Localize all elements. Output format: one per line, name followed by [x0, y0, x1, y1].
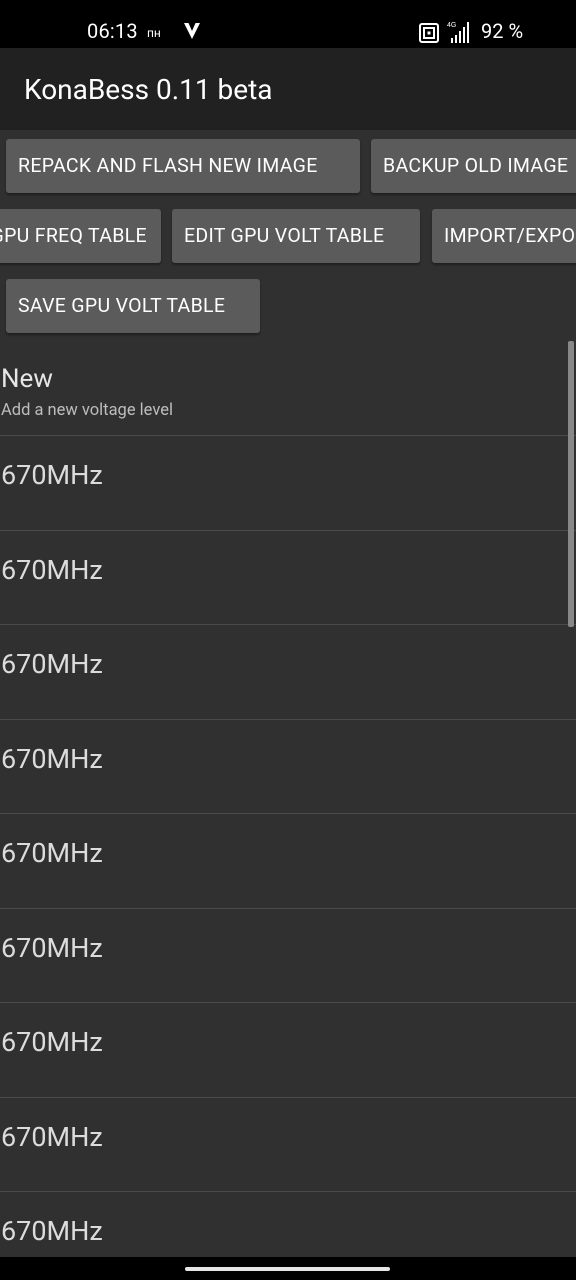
level-frequency: 670MHz [1, 553, 103, 586]
network-type-label: 4G [447, 22, 456, 29]
battery-level: 92 % [481, 19, 524, 43]
status-bar: 06:13 пн 4G 92 % [0, 0, 576, 48]
level-frequency: 670MHz [1, 931, 103, 964]
repack-flash-label: REPACK AND FLASH NEW IMAGE [18, 154, 318, 177]
list-item[interactable]: 670MHz [0, 814, 576, 909]
edit-volt-table-label: EDIT GPU VOLT TABLE [184, 224, 385, 247]
home-gesture-handle[interactable] [185, 1267, 390, 1271]
list-item[interactable]: 670MHz [0, 531, 576, 625]
backup-image-button[interactable]: BACKUP OLD IMAGE [371, 139, 576, 193]
status-day: пн [147, 26, 161, 40]
level-frequency: 670MHz [1, 742, 103, 775]
save-volt-table-label: SAVE GPU VOLT TABLE [18, 294, 226, 317]
level-frequency: 670MHz [1, 1120, 103, 1153]
level-frequency: 670MHz [1, 837, 103, 869]
import-export-label: IMPORT/EXPORT [444, 224, 576, 247]
main-content[interactable]: REPACK AND FLASH NEW IMAGE BACKUP OLD IM… [0, 130, 576, 1257]
edit-freq-table-label: EDIT GPU FREQ TABLE [0, 224, 147, 247]
level-frequency: 670MHz [1, 1215, 103, 1247]
status-time: 06:13 [87, 19, 138, 43]
list-item[interactable]: 670MHz [0, 720, 576, 814]
list-item[interactable]: 670MHz [0, 1192, 576, 1257]
app-bar: KonaBess 0.11 beta [0, 48, 576, 130]
level-frequency: 670MHz [1, 1026, 103, 1058]
list-item[interactable]: 670MHz [0, 909, 576, 1003]
level-frequency: 670MHz [1, 648, 103, 680]
signal-icon: 4G [447, 22, 469, 43]
navigation-bar [0, 1257, 576, 1280]
add-voltage-level-item[interactable]: New Add a new voltage level [0, 342, 576, 436]
voltage-level-list: New Add a new voltage level 670MHz 670MH… [0, 342, 576, 1257]
edit-freq-table-button[interactable]: EDIT GPU FREQ TABLE [0, 209, 161, 263]
nfc-icon [419, 23, 439, 43]
v-icon [184, 23, 200, 39]
repack-flash-button[interactable]: REPACK AND FLASH NEW IMAGE [6, 139, 360, 193]
level-frequency: 670MHz [1, 459, 103, 491]
list-item[interactable]: 670MHz [0, 436, 576, 531]
add-item-subtitle: Add a new voltage level [1, 401, 173, 420]
list-item[interactable]: 670MHz [0, 1003, 576, 1098]
add-item-title: New [1, 364, 53, 394]
edit-volt-table-button[interactable]: EDIT GPU VOLT TABLE [172, 209, 420, 263]
import-export-button[interactable]: IMPORT/EXPORT [432, 209, 576, 263]
app-title: KonaBess 0.11 beta [24, 73, 273, 106]
backup-image-label: BACKUP OLD IMAGE [383, 154, 569, 177]
list-scrollbar[interactable] [568, 341, 574, 627]
list-item[interactable]: 670MHz [0, 1098, 576, 1192]
list-item[interactable]: 670MHz [0, 625, 576, 720]
save-volt-table-button[interactable]: SAVE GPU VOLT TABLE [6, 279, 260, 333]
